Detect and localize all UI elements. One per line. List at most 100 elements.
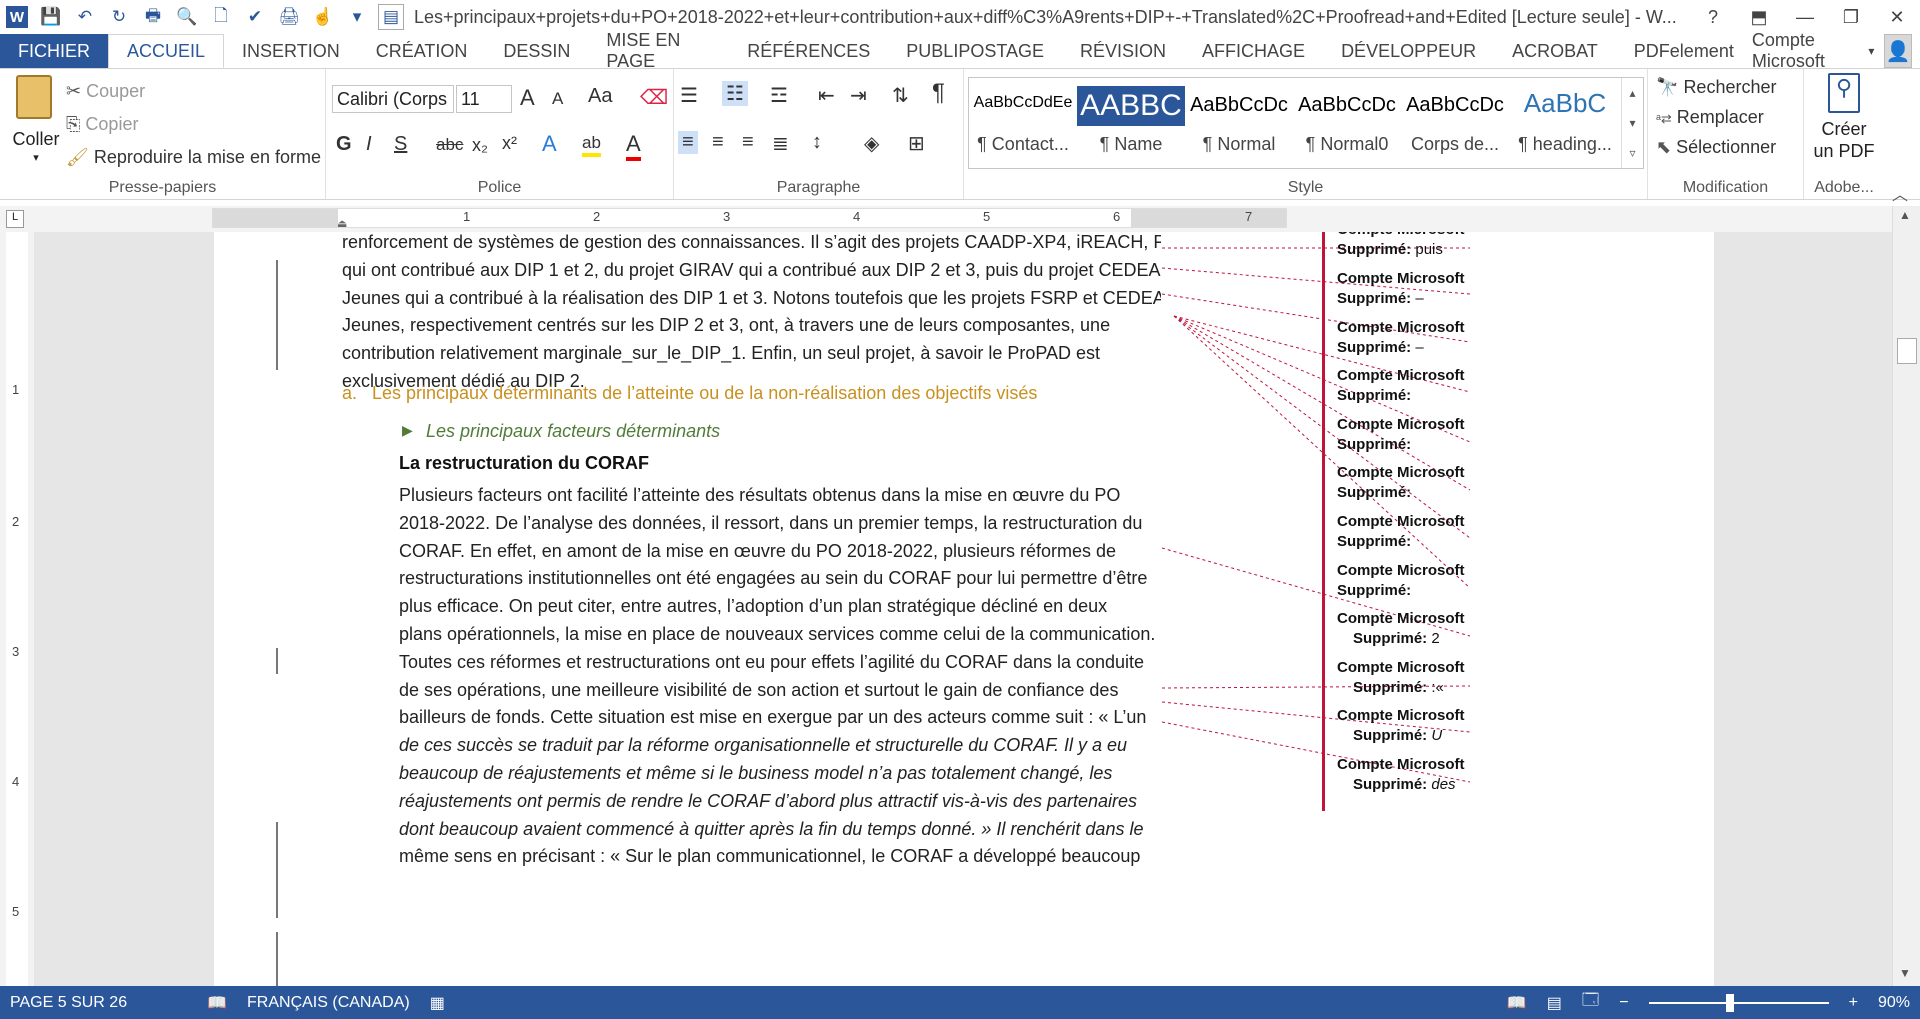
tab-mise-en-page[interactable]: MISE EN PAGE bbox=[588, 30, 729, 71]
page-indicator[interactable]: PAGE 5 SUR 26 bbox=[0, 994, 137, 1012]
tab-references[interactable]: RÉFÉRENCES bbox=[729, 34, 888, 68]
minimize-icon[interactable]: — bbox=[1782, 0, 1828, 34]
align-left-icon[interactable]: ≡ bbox=[678, 131, 698, 154]
font-size-combo[interactable]: 11 bbox=[456, 85, 512, 113]
account-menu[interactable]: Compte Microsoft ▾ 👤 bbox=[1752, 30, 1920, 71]
find-button[interactable]: 🔭 Rechercher bbox=[1656, 77, 1776, 98]
zoom-slider-thumb[interactable] bbox=[1725, 993, 1734, 1012]
macro-icon[interactable]: ▦ bbox=[420, 993, 455, 1013]
revision-balloon[interactable]: Compte Microsoft Supprimé: bbox=[1322, 512, 1562, 568]
numbering-icon[interactable]: ☷ bbox=[722, 81, 748, 106]
tab-fichier[interactable]: FICHIER bbox=[0, 34, 108, 68]
restore-icon[interactable]: ❐ bbox=[1828, 0, 1874, 34]
grow-font-button[interactable]: A bbox=[520, 85, 535, 111]
tab-pdfelement[interactable]: PDFelement bbox=[1616, 34, 1752, 68]
collapse-triangle-icon[interactable]: ▶ bbox=[402, 422, 413, 439]
sort-icon[interactable]: ⇅ bbox=[892, 83, 909, 108]
page-view-icon[interactable]: ▤ bbox=[378, 4, 404, 30]
redo-icon[interactable]: ↻ bbox=[102, 0, 136, 34]
tab-dessin[interactable]: DESSIN bbox=[485, 34, 588, 68]
zoom-out-button[interactable]: − bbox=[1609, 994, 1638, 1012]
align-right-icon[interactable]: ≡ bbox=[742, 131, 754, 154]
touch-mode-icon[interactable]: ☝ bbox=[306, 0, 340, 34]
tab-insertion[interactable]: INSERTION bbox=[224, 34, 358, 68]
collapse-ribbon-icon[interactable]: ︿ bbox=[1892, 181, 1908, 205]
strikethrough-button[interactable]: abc bbox=[436, 135, 463, 155]
underline-button[interactable]: S bbox=[394, 133, 407, 156]
create-pdf-button[interactable]: ⚲ Créer un PDF bbox=[1812, 73, 1876, 173]
italic-button[interactable]: I bbox=[366, 133, 372, 156]
tab-selector[interactable]: L bbox=[6, 210, 24, 228]
style-heading[interactable]: AaBbC ¶ heading... bbox=[1509, 78, 1621, 168]
style-name-style[interactable]: AABBC ¶ Name bbox=[1077, 78, 1185, 168]
style-normal0[interactable]: AaBbCcDc ¶ Normal0 bbox=[1293, 78, 1401, 168]
justify-icon[interactable]: ≣ bbox=[772, 131, 789, 156]
shading-icon[interactable]: ◈ bbox=[864, 131, 879, 156]
tab-affichage[interactable]: AFFICHAGE bbox=[1184, 34, 1323, 68]
show-marks-button[interactable]: ¶ bbox=[932, 79, 945, 107]
scroll-thumb[interactable] bbox=[1897, 338, 1917, 364]
ribbon-display-icon[interactable]: ⬒ bbox=[1736, 0, 1782, 34]
print-icon[interactable]: 🖶 bbox=[136, 0, 170, 34]
language-indicator[interactable]: FRANÇAIS (CANADA) bbox=[237, 994, 420, 1012]
format-painter-button[interactable]: 🖌 Reproduire la mise en forme bbox=[66, 147, 321, 168]
subscript-button[interactable]: x₂ bbox=[472, 135, 488, 156]
zoom-in-button[interactable]: + bbox=[1839, 994, 1868, 1012]
tab-acrobat[interactable]: ACROBAT bbox=[1494, 34, 1616, 68]
customize-icon[interactable]: ▾ bbox=[340, 0, 374, 34]
print-layout-icon[interactable]: ▤ bbox=[1537, 993, 1572, 1013]
paste-button[interactable]: Coller ▾ bbox=[8, 73, 64, 173]
avatar[interactable]: 👤 bbox=[1884, 34, 1912, 68]
new-doc-icon[interactable]: 🗋 bbox=[204, 0, 238, 34]
copy-button[interactable]: ⎘ Copier bbox=[66, 114, 138, 135]
font-name-combo[interactable]: Calibri (Corps bbox=[332, 85, 454, 113]
zoom-slider[interactable] bbox=[1648, 993, 1829, 1012]
font-color-button[interactable]: A bbox=[626, 131, 641, 161]
indent-marker[interactable]: ⏏ bbox=[337, 217, 347, 230]
borders-icon[interactable]: ⊞ bbox=[908, 131, 925, 156]
superscript-button[interactable]: x² bbox=[502, 133, 517, 154]
undo-icon[interactable]: ↶ bbox=[68, 0, 102, 34]
replace-button[interactable]: ᵃ⇄ Remplacer bbox=[1656, 107, 1764, 128]
proofing-icon[interactable]: 📖 bbox=[137, 993, 237, 1013]
styles-scroll[interactable]: ▴ ▾ ▿ bbox=[1621, 78, 1643, 168]
align-center-icon[interactable]: ≡ bbox=[712, 131, 724, 154]
change-case-button[interactable]: Aa bbox=[588, 85, 612, 108]
print-layout-icon[interactable]: 🖨 bbox=[272, 0, 306, 34]
cut-button[interactable]: ✂ Couper bbox=[66, 81, 145, 102]
revision-balloon[interactable]: Compte Microsoft Supprimé: bbox=[1322, 366, 1562, 422]
scroll-down-icon[interactable]: ▼ bbox=[1899, 966, 1911, 980]
revision-balloon[interactable]: Compte Microsoft Supprimé: bbox=[1322, 463, 1562, 519]
style-corps[interactable]: AaBbCcDc Corps de... bbox=[1401, 78, 1509, 168]
style-normal[interactable]: AaBbCcDc ¶ Normal bbox=[1185, 78, 1293, 168]
print-preview-icon[interactable]: 🔍 bbox=[170, 0, 204, 34]
increase-indent-icon[interactable]: ⇥ bbox=[850, 83, 867, 108]
web-layout-icon[interactable]: 🗔 bbox=[1572, 989, 1609, 1016]
tab-creation[interactable]: CRÉATION bbox=[358, 34, 486, 68]
word-app-icon[interactable]: W bbox=[6, 6, 28, 28]
revision-balloon[interactable]: Compte Microsoft Supprimé: 2 bbox=[1322, 609, 1562, 665]
help-button[interactable]: ? bbox=[1690, 0, 1736, 34]
revision-balloon[interactable]: Compte Microsoft Supprimé: – bbox=[1322, 269, 1562, 325]
vertical-scrollbar[interactable]: ▲ ▼ bbox=[1892, 206, 1920, 986]
select-button[interactable]: ⬉ Sélectionner bbox=[1656, 137, 1776, 158]
multilevel-list-icon[interactable]: ☲ bbox=[770, 83, 788, 108]
bullets-icon[interactable]: ☰ bbox=[680, 83, 698, 108]
revision-balloon[interactable]: Compte Microsoft Supprimé: des bbox=[1322, 755, 1562, 811]
shrink-font-button[interactable]: A bbox=[552, 89, 563, 109]
tab-accueil[interactable]: ACCUEIL bbox=[108, 34, 225, 68]
decrease-indent-icon[interactable]: ⇤ bbox=[818, 83, 835, 108]
revision-balloon[interactable]: Compte Microsoft Supprimé: U bbox=[1322, 706, 1562, 762]
style-contact[interactable]: AaBbCcDdEe ¶ Contact... bbox=[969, 78, 1077, 168]
scroll-up-icon[interactable]: ▲ bbox=[1899, 208, 1911, 222]
close-icon[interactable]: ✕ bbox=[1874, 0, 1920, 34]
tab-revision[interactable]: RÉVISION bbox=[1062, 34, 1184, 68]
tab-developpeur[interactable]: DÉVELOPPEUR bbox=[1323, 34, 1494, 68]
bold-button[interactable]: G bbox=[336, 133, 352, 156]
spellcheck-icon[interactable]: ✔ bbox=[238, 0, 272, 34]
clear-formatting-icon[interactable]: ⌫ bbox=[640, 85, 668, 110]
text-effects-button[interactable]: A bbox=[542, 131, 557, 157]
tab-publipostage[interactable]: PUBLIPOSTAGE bbox=[888, 34, 1062, 68]
read-mode-icon[interactable]: 📖 bbox=[1497, 993, 1537, 1013]
highlight-button[interactable]: ab bbox=[582, 133, 601, 157]
